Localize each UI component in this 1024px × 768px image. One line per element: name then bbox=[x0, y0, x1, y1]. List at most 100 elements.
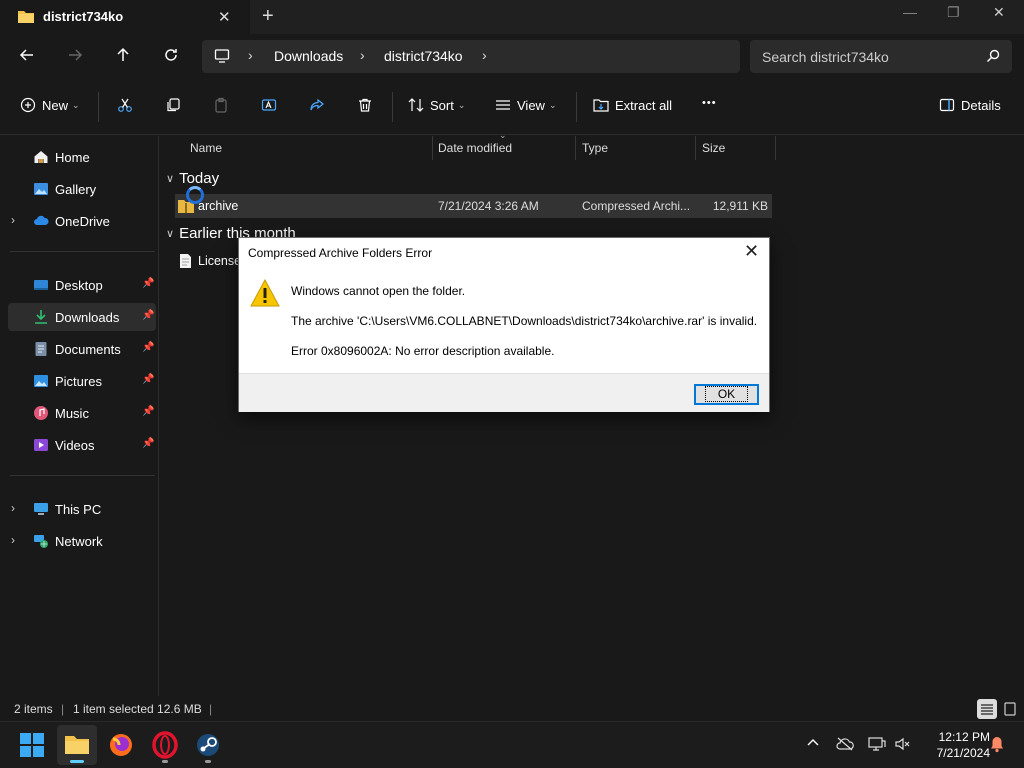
view-button[interactable]: View ⌄ bbox=[495, 97, 557, 113]
view-lines-icon bbox=[495, 97, 511, 113]
file-name: License bbox=[198, 254, 242, 268]
table-row[interactable]: archive 7/21/2024 3:26 AM Compressed Arc… bbox=[175, 194, 772, 218]
column-divider[interactable] bbox=[575, 136, 576, 160]
sidebar-item-onedrive[interactable]: › OneDrive bbox=[8, 207, 156, 235]
details-view-button[interactable] bbox=[977, 699, 997, 719]
column-header-type[interactable]: Type bbox=[582, 141, 608, 155]
pin-icon[interactable]: 📌 bbox=[142, 310, 154, 321]
cut-icon[interactable] bbox=[117, 97, 133, 113]
delete-icon[interactable] bbox=[357, 97, 373, 113]
extract-all-button[interactable]: Extract all bbox=[593, 97, 672, 113]
column-header-date-modified[interactable]: Date modified bbox=[438, 141, 512, 155]
sort-button[interactable]: Sort ⌄ bbox=[408, 97, 465, 113]
column-divider[interactable] bbox=[775, 136, 776, 160]
pin-icon[interactable]: 📌 bbox=[142, 438, 154, 449]
file-list: Name Date modified ⌄ Type Size ∨ Today a… bbox=[160, 130, 1024, 696]
pane-divider[interactable] bbox=[158, 136, 159, 696]
new-label: New bbox=[42, 97, 69, 113]
more-options-button[interactable]: ••• bbox=[702, 97, 717, 109]
chevron-down-icon: ⌄ bbox=[457, 99, 466, 110]
pin-icon[interactable]: 📌 bbox=[142, 278, 154, 289]
details-button[interactable]: Details bbox=[939, 97, 1001, 113]
clock-time: 12:12 PM bbox=[938, 730, 990, 744]
file-explorer-taskbar-button[interactable] bbox=[57, 725, 97, 765]
cloud-offline-icon[interactable] bbox=[836, 736, 854, 752]
ok-button[interactable]: OK bbox=[694, 384, 759, 405]
selection-info: 1 item selected 12.6 MB bbox=[73, 702, 202, 716]
firefox-taskbar-button[interactable] bbox=[101, 725, 141, 765]
sidebar-item-downloads[interactable]: Downloads 📌 bbox=[8, 303, 156, 331]
pin-icon[interactable]: 📌 bbox=[142, 406, 154, 417]
download-icon bbox=[33, 309, 49, 325]
refresh-icon[interactable] bbox=[163, 47, 179, 63]
breadcrumb-downloads[interactable]: Downloads bbox=[274, 48, 343, 64]
sidebar-item-pictures[interactable]: Pictures 📌 bbox=[8, 367, 156, 395]
up-arrow-icon[interactable] bbox=[115, 47, 131, 63]
chevron-right-icon[interactable]: › bbox=[11, 533, 15, 547]
gallery-icon bbox=[33, 181, 49, 197]
sidebar-item-home[interactable]: Home bbox=[8, 143, 156, 171]
chevron-up-icon[interactable] bbox=[806, 736, 820, 750]
chevron-right-icon[interactable]: › bbox=[11, 213, 15, 227]
breadcrumb-district734ko[interactable]: district734ko bbox=[384, 48, 463, 64]
chevron-right-icon[interactable]: › bbox=[11, 501, 15, 515]
notification-bell-icon[interactable] bbox=[989, 735, 1005, 753]
error-dialog: Compressed Archive Folders Error ✕ Windo… bbox=[238, 237, 770, 412]
extract-icon bbox=[593, 97, 609, 113]
search-box[interactable] bbox=[750, 40, 1012, 73]
status-bar: 2 items | 1 item selected 12.6 MB | bbox=[0, 697, 1024, 721]
chevron-down-icon: ∨ bbox=[166, 173, 175, 185]
back-arrow-icon[interactable] bbox=[19, 47, 35, 63]
opera-taskbar-button[interactable] bbox=[145, 725, 185, 765]
steam-taskbar-button[interactable] bbox=[188, 725, 228, 765]
search-input[interactable] bbox=[762, 47, 982, 67]
column-divider[interactable] bbox=[432, 136, 433, 160]
busy-cursor-icon bbox=[186, 186, 204, 204]
divider bbox=[576, 92, 577, 122]
column-divider[interactable] bbox=[695, 136, 696, 160]
address-bar[interactable]: › Downloads › district734ko › bbox=[202, 40, 740, 73]
paste-icon[interactable] bbox=[213, 97, 229, 113]
tab-district734ko[interactable]: district734ko ✕ bbox=[0, 0, 250, 34]
sidebar-item-gallery[interactable]: Gallery bbox=[8, 175, 156, 203]
monitor-icon[interactable] bbox=[214, 48, 230, 64]
tiles-view-button[interactable] bbox=[1000, 699, 1020, 719]
chevron-right-icon[interactable]: › bbox=[248, 47, 253, 63]
chevron-right-icon[interactable]: › bbox=[360, 47, 365, 63]
sidebar-item-music[interactable]: Music 📌 bbox=[8, 399, 156, 427]
group-header-today[interactable]: ∨ Today bbox=[166, 170, 219, 187]
sidebar-item-desktop[interactable]: Desktop 📌 bbox=[8, 271, 156, 299]
sidebar-item-network[interactable]: › Network bbox=[8, 527, 156, 555]
file-date: 7/21/2024 3:26 AM bbox=[438, 199, 539, 213]
clock[interactable]: 12:12 PM 7/21/2024 bbox=[918, 729, 990, 761]
column-header-size[interactable]: Size bbox=[702, 141, 725, 155]
divider: | bbox=[209, 702, 213, 716]
pin-icon[interactable]: 📌 bbox=[142, 342, 154, 353]
sidebar-item-label: Gallery bbox=[55, 182, 97, 197]
minimize-button[interactable]: — bbox=[903, 4, 917, 20]
volume-muted-icon[interactable] bbox=[894, 736, 912, 752]
copy-icon[interactable] bbox=[165, 97, 181, 113]
new-button[interactable]: New ⌄ bbox=[20, 97, 80, 113]
start-button[interactable] bbox=[12, 725, 52, 765]
sidebar-item-this-pc[interactable]: › This PC bbox=[8, 495, 156, 523]
network-monitor-icon[interactable] bbox=[868, 736, 886, 752]
close-dialog-icon[interactable]: ✕ bbox=[744, 241, 759, 262]
sidebar-item-documents[interactable]: Documents 📌 bbox=[8, 335, 156, 363]
forward-arrow-icon[interactable] bbox=[67, 47, 83, 63]
close-window-button[interactable]: ✕ bbox=[993, 4, 1005, 21]
share-icon[interactable] bbox=[309, 97, 325, 113]
rename-icon[interactable] bbox=[261, 97, 277, 113]
divider bbox=[10, 475, 155, 476]
group-label: Today bbox=[179, 170, 220, 187]
maximize-button[interactable]: ❐ bbox=[947, 4, 960, 21]
new-tab-button[interactable]: + bbox=[262, 5, 274, 28]
folder-icon bbox=[17, 9, 35, 24]
column-header-name[interactable]: Name bbox=[190, 141, 222, 155]
search-icon bbox=[986, 49, 1000, 63]
pin-icon[interactable]: 📌 bbox=[142, 374, 154, 385]
chevron-right-icon[interactable]: › bbox=[482, 47, 487, 63]
sidebar-item-videos[interactable]: Videos 📌 bbox=[8, 431, 156, 459]
close-tab-icon[interactable]: ✕ bbox=[218, 8, 231, 26]
computer-icon bbox=[33, 501, 49, 517]
